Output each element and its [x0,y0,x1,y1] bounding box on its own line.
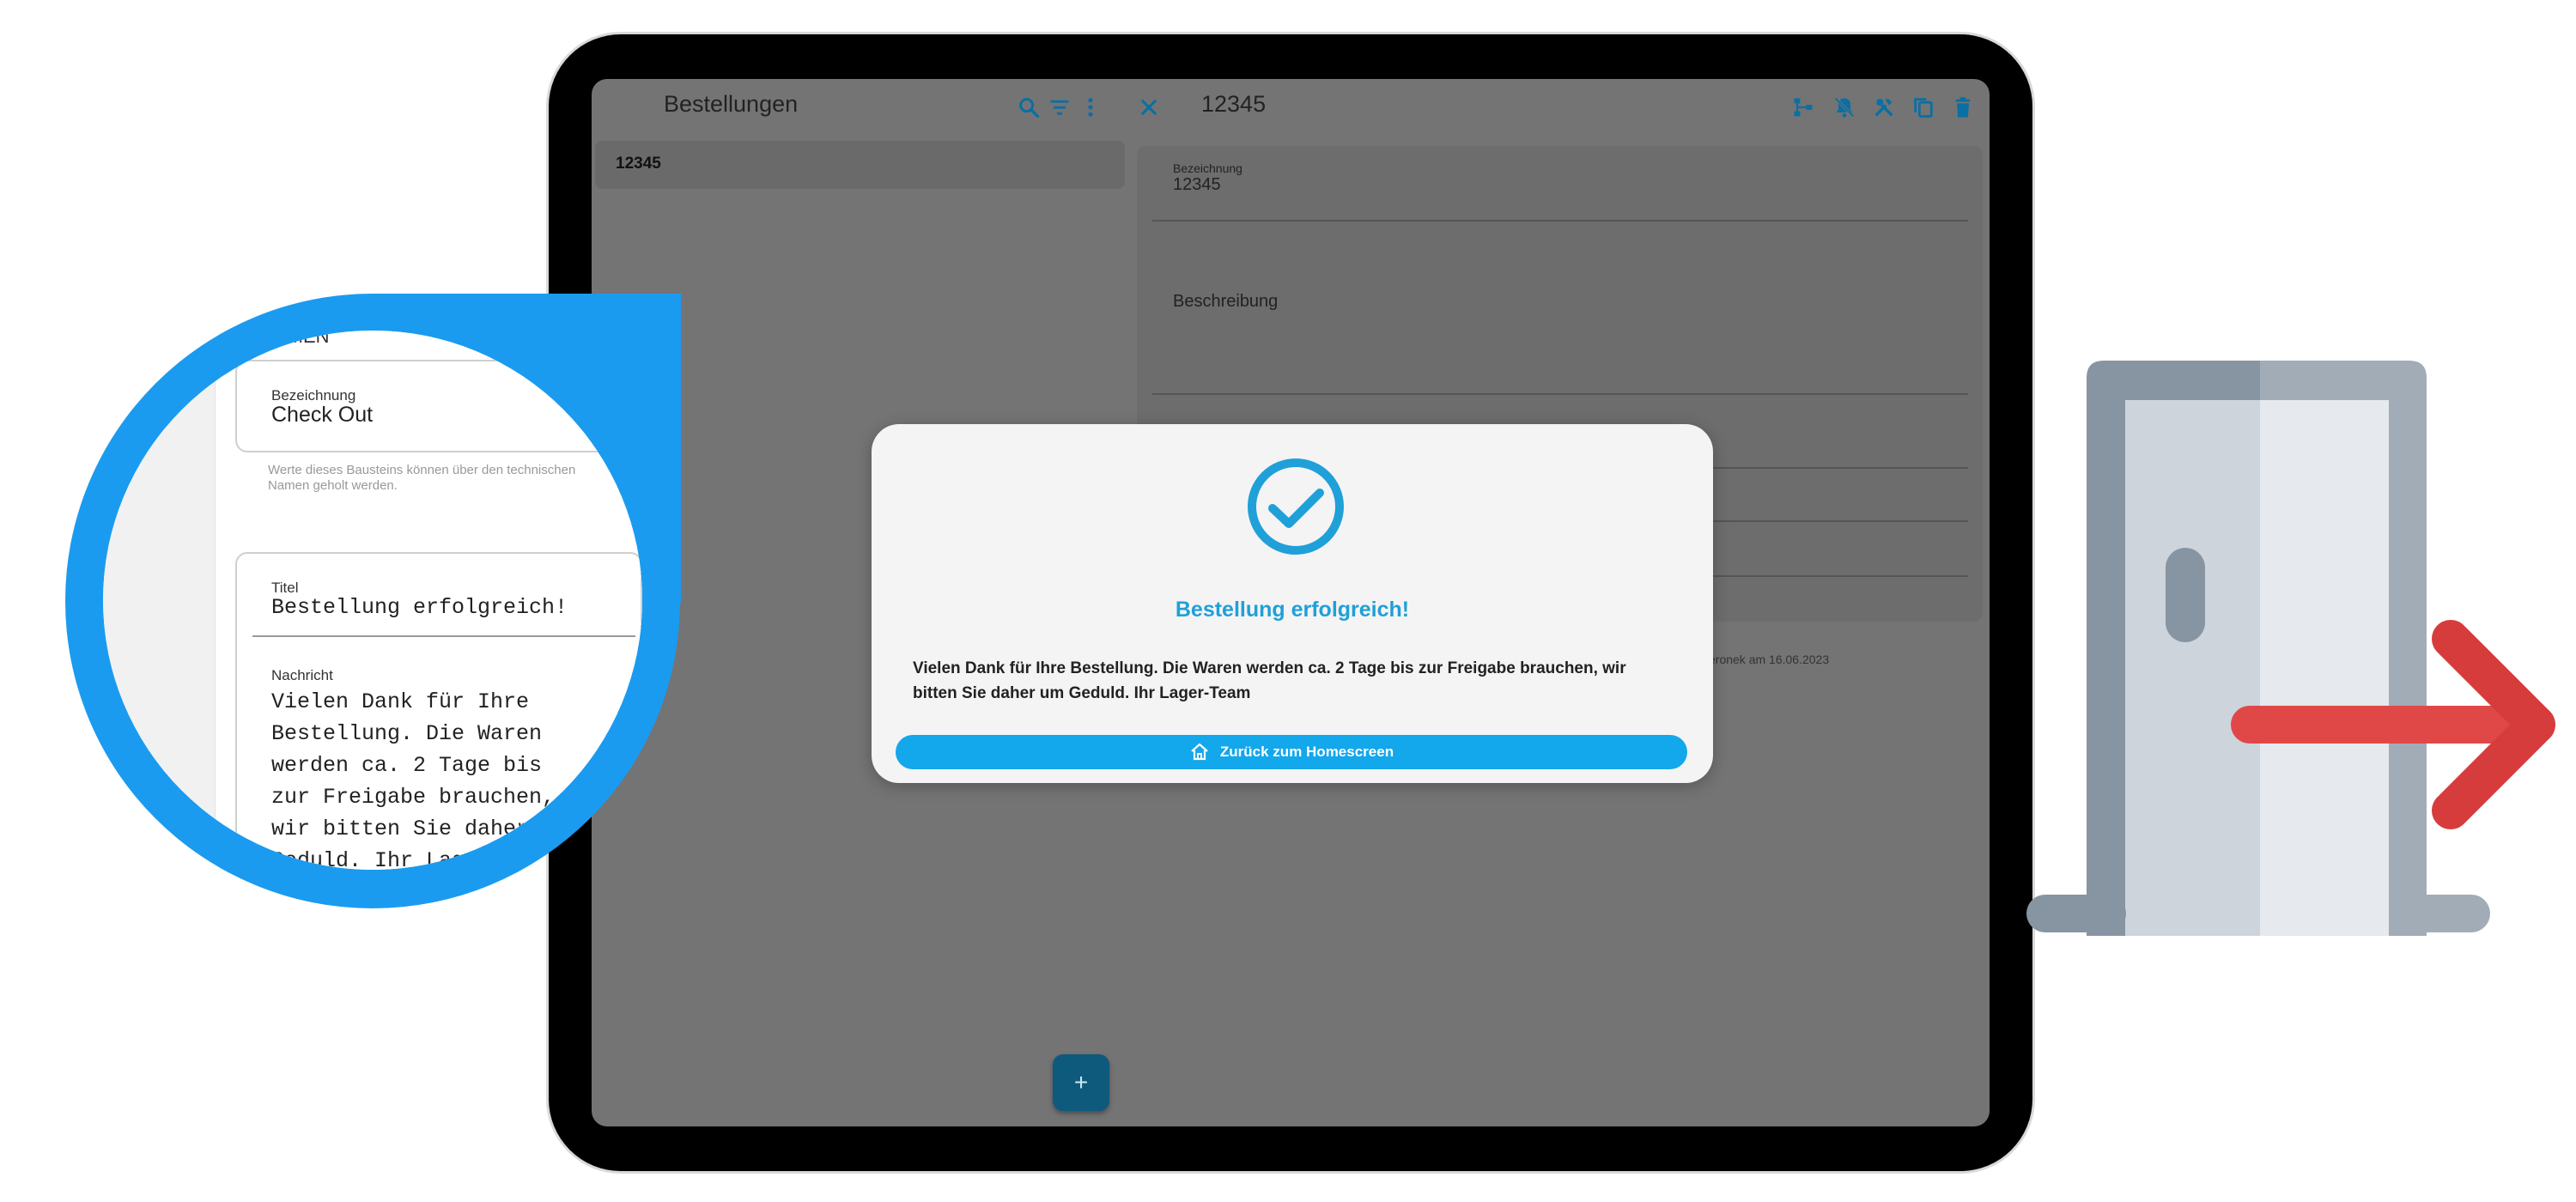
meta-text: eronek am 16.06.2023 [1709,653,1830,666]
detail-title: 12345 [1201,91,1267,117]
zoom-nachricht-line: Bestellung. Die Waren [271,721,543,746]
notifications-off-icon[interactable] [1832,94,1857,120]
zoom-nachricht-line: Geduld. Ihr Lag [271,848,465,870]
copy-icon[interactable] [1911,94,1936,120]
filter-icon[interactable] [1047,94,1072,120]
success-dialog: Bestellung erfolgreich! Vielen Dank für … [872,424,1713,783]
add-button[interactable]: + [1053,1054,1109,1111]
zoom-nachricht-label: Nachricht [271,667,333,683]
hierarchy-icon[interactable] [1790,94,1816,120]
delete-icon[interactable] [1950,94,1976,120]
search-icon[interactable] [1016,94,1042,120]
zoom-titel-label: Titel [271,580,299,596]
magnifier-lens: AMEN Bezeichnung Check Out Werte dieses … [103,331,642,870]
button-label: Zurück zum Homescreen [1219,744,1394,760]
zoom-divider [252,635,635,637]
exit-door-icon [2026,361,2555,936]
beschreibung-label[interactable]: Beschreibung [1173,292,1278,312]
bezeichnung-label: Bezeichnung [1173,161,1242,175]
add-icon: + [1073,1069,1089,1096]
field-divider [1152,220,1968,222]
check-circle-icon [1248,458,1344,555]
zoom-titel-value: Bestellung erfolgreich! [271,595,568,620]
zoom-bezeichnung-value: Check Out [271,403,374,427]
zoom-help-text: Werte dieses Bausteins können über den t… [268,463,576,493]
zoom-nachricht-line: werden ca. 2 Tage bis [271,753,543,778]
zoom-nachricht-text: Vielen Dank für Ihre Bestellung. Die War… [271,686,606,870]
zoom-nachricht-line: Vielen Dank für Ihre [271,689,530,714]
back-to-homescreen-button[interactable]: Zurück zum Homescreen [896,735,1687,769]
bezeichnung-value[interactable]: 12345 [1173,175,1221,195]
home-icon [1191,743,1208,761]
field-divider [1152,393,1968,395]
app-topbar: Bestellungen 12345 [592,79,1990,134]
list-title: Bestellungen [664,91,799,117]
magnifier-sidebar [103,331,215,870]
magnifier-section-heading: AMEN [275,331,330,347]
dialog-message: Vielen Dank für Ihre Bestellung. Die War… [913,659,1626,702]
dialog-title: Bestellung erfolgreich! [1175,598,1410,622]
more-vert-icon[interactable] [1078,94,1103,120]
zoom-nachricht-line: wir bitten Sie daher [271,817,530,841]
zoom-bezeichnung-label: Bezeichnung [271,387,356,404]
tools-icon[interactable] [1871,94,1897,120]
list-item-label: 12345 [616,155,661,173]
zoom-nachricht-line: zur Freigabe brauchen, [271,785,556,810]
close-icon[interactable] [1136,94,1162,120]
list-item[interactable]: 12345 [595,141,1125,189]
